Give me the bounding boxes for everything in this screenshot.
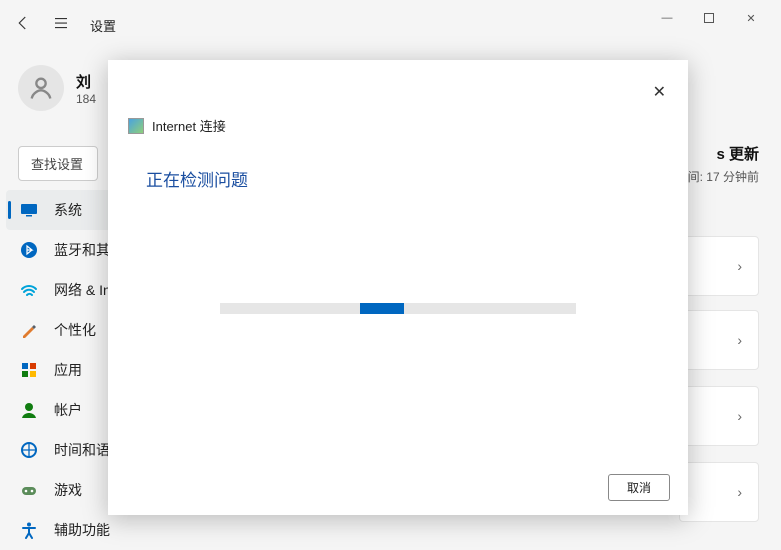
troubleshoot-icon bbox=[128, 118, 144, 134]
apps-icon bbox=[20, 361, 38, 379]
user-sub: 184 bbox=[76, 92, 96, 106]
sidebar-item-accessibility[interactable]: 辅助功能 bbox=[0, 510, 260, 550]
sidebar-item-label: 系统 bbox=[54, 200, 82, 220]
cancel-button[interactable]: 取消 bbox=[608, 474, 670, 501]
sidebar-item-label: 时间和语 bbox=[54, 440, 110, 460]
progress-bar bbox=[220, 303, 576, 314]
brush-icon bbox=[20, 321, 38, 339]
chevron-right-icon: › bbox=[737, 484, 742, 500]
search-input[interactable]: 查找设置 bbox=[18, 146, 98, 181]
update-time: 时间: 17 分钟前 bbox=[676, 168, 759, 185]
sidebar-item-label: 游戏 bbox=[54, 480, 82, 500]
gamepad-icon bbox=[20, 481, 38, 499]
sidebar-item-label: 辅助功能 bbox=[54, 520, 110, 540]
settings-card[interactable]: › bbox=[679, 386, 759, 446]
sidebar-item-label: 网络 & In bbox=[54, 280, 111, 300]
bluetooth-icon bbox=[20, 241, 38, 259]
wifi-icon bbox=[20, 281, 38, 299]
globe-icon bbox=[20, 441, 38, 459]
chevron-right-icon: › bbox=[737, 408, 742, 424]
dialog-title: Internet 连接 bbox=[152, 116, 226, 135]
chevron-right-icon: › bbox=[737, 332, 742, 348]
app-title: 设置 bbox=[90, 16, 116, 35]
progress-indicator bbox=[360, 303, 404, 314]
sidebar-item-label: 帐户 bbox=[54, 400, 82, 420]
update-title: s 更新 bbox=[676, 143, 759, 164]
avatar-icon bbox=[18, 65, 64, 111]
dialog-status: 正在检测问题 bbox=[146, 166, 248, 191]
system-icon bbox=[20, 201, 38, 219]
nav-menu-icon[interactable] bbox=[52, 14, 70, 37]
troubleshoot-dialog: ✕ Internet 连接 正在检测问题 取消 bbox=[108, 60, 688, 515]
settings-card[interactable]: › bbox=[679, 462, 759, 522]
sidebar-item-label: 个性化 bbox=[54, 320, 96, 340]
back-button[interactable] bbox=[14, 14, 32, 37]
user-name: 刘 bbox=[76, 71, 96, 92]
close-window-button[interactable]: ✕ bbox=[739, 6, 763, 30]
person-icon bbox=[20, 401, 38, 419]
settings-card[interactable]: › bbox=[679, 236, 759, 296]
user-block[interactable]: 刘 184 bbox=[18, 65, 96, 111]
sidebar-item-label: 应用 bbox=[54, 360, 82, 380]
chevron-right-icon: › bbox=[737, 258, 742, 274]
accessibility-icon bbox=[20, 521, 38, 539]
settings-card[interactable]: › bbox=[679, 310, 759, 370]
update-header: s 更新 时间: 17 分钟前 bbox=[676, 143, 759, 185]
close-icon[interactable]: ✕ bbox=[653, 82, 666, 102]
sidebar-item-label: 蓝牙和其 bbox=[54, 240, 110, 260]
minimize-button[interactable]: — bbox=[655, 6, 679, 30]
maximize-button[interactable] bbox=[697, 6, 721, 30]
